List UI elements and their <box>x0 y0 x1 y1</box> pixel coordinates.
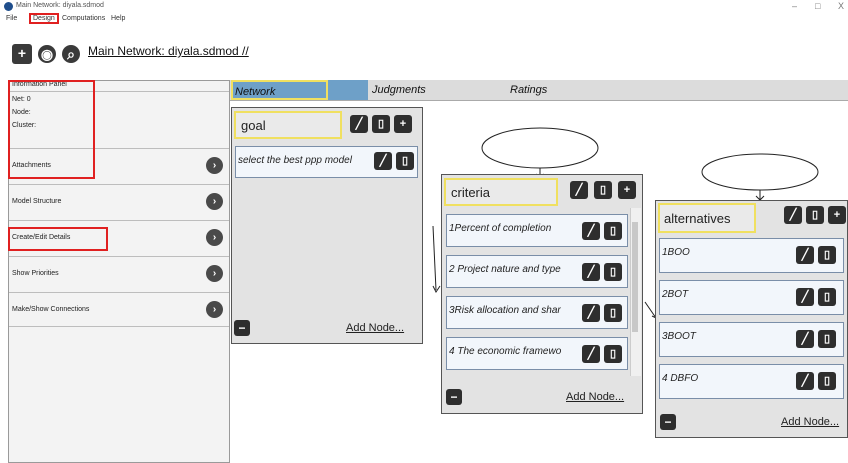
delete-icon[interactable]: ▯ <box>604 345 622 363</box>
cluster-alternatives[interactable] <box>655 200 848 438</box>
collapse-icon[interactable]: − <box>660 414 676 430</box>
node-label: 3Risk allocation and shar <box>449 305 561 316</box>
node-label: 3BOOT <box>662 331 696 342</box>
collapse-icon[interactable]: − <box>234 320 250 336</box>
edit-icon[interactable]: ╱ <box>582 345 600 363</box>
scrollbar-thumb[interactable] <box>632 222 638 332</box>
delete-icon[interactable]: ▯ <box>818 288 836 306</box>
delete-icon[interactable]: ▯ <box>604 304 622 322</box>
delete-icon[interactable]: ▯ <box>818 246 836 264</box>
add-icon[interactable]: + <box>394 115 412 133</box>
cluster-criteria[interactable] <box>441 174 643 414</box>
collapse-icon[interactable]: − <box>446 389 462 405</box>
node-label: 4 DBFO <box>662 373 699 384</box>
node-criteria-4[interactable]: 4 The economic framewo <box>446 337 628 370</box>
add-node-link-criteria[interactable]: Add Node... <box>566 391 624 403</box>
edit-icon[interactable]: ╱ <box>350 115 368 133</box>
delete-icon[interactable]: ▯ <box>604 263 622 281</box>
edit-icon[interactable]: ╱ <box>374 152 392 170</box>
node-alternative-2[interactable]: 2BOT <box>659 280 844 315</box>
delete-icon[interactable]: ▯ <box>818 372 836 390</box>
add-icon[interactable]: + <box>618 181 636 199</box>
delete-icon[interactable]: ▯ <box>806 206 824 224</box>
cluster-title-goal[interactable]: goal <box>234 111 342 139</box>
delete-icon[interactable]: ▯ <box>396 152 414 170</box>
edit-icon[interactable]: ╱ <box>796 330 814 348</box>
node-label: 1Percent of completion <box>449 223 552 234</box>
delete-icon[interactable]: ▯ <box>818 330 836 348</box>
cluster-title-alternatives[interactable]: alternatives <box>658 203 756 233</box>
node-alternative-4[interactable]: 4 DBFO <box>659 364 844 399</box>
add-node-link-alternatives[interactable]: Add Node... <box>781 416 839 428</box>
edit-icon[interactable]: ╱ <box>796 246 814 264</box>
cluster-goal[interactable] <box>231 107 423 344</box>
node-criteria-1[interactable]: 1Percent of completion <box>446 214 628 247</box>
node-criteria-3[interactable]: 3Risk allocation and shar <box>446 296 628 329</box>
node-label: select the best ppp model <box>238 155 352 166</box>
delete-icon[interactable]: ▯ <box>604 222 622 240</box>
edit-icon[interactable]: ╱ <box>582 304 600 322</box>
node-criteria-2[interactable]: 2 Project nature and type <box>446 255 628 288</box>
node-label: 4 The economic framewo <box>449 346 562 357</box>
edit-icon[interactable]: ╱ <box>570 181 588 199</box>
edit-icon[interactable]: ╱ <box>796 372 814 390</box>
cluster-title-criteria[interactable]: criteria <box>444 178 558 206</box>
edit-icon[interactable]: ╱ <box>784 206 802 224</box>
node-label: 1BOO <box>662 247 690 258</box>
node-label: 2BOT <box>662 289 689 300</box>
node-alternative-3[interactable]: 3BOOT <box>659 322 844 357</box>
add-node-link-goal[interactable]: Add Node... <box>346 322 404 334</box>
add-icon[interactable]: + <box>828 206 846 224</box>
edit-icon[interactable]: ╱ <box>582 222 600 240</box>
edit-icon[interactable]: ╱ <box>582 263 600 281</box>
delete-icon[interactable]: ▯ <box>594 181 612 199</box>
delete-icon[interactable]: ▯ <box>372 115 390 133</box>
node-label: 2 Project nature and type <box>449 264 561 275</box>
node-alternative-1[interactable]: 1BOO <box>659 238 844 273</box>
edit-icon[interactable]: ╱ <box>796 288 814 306</box>
